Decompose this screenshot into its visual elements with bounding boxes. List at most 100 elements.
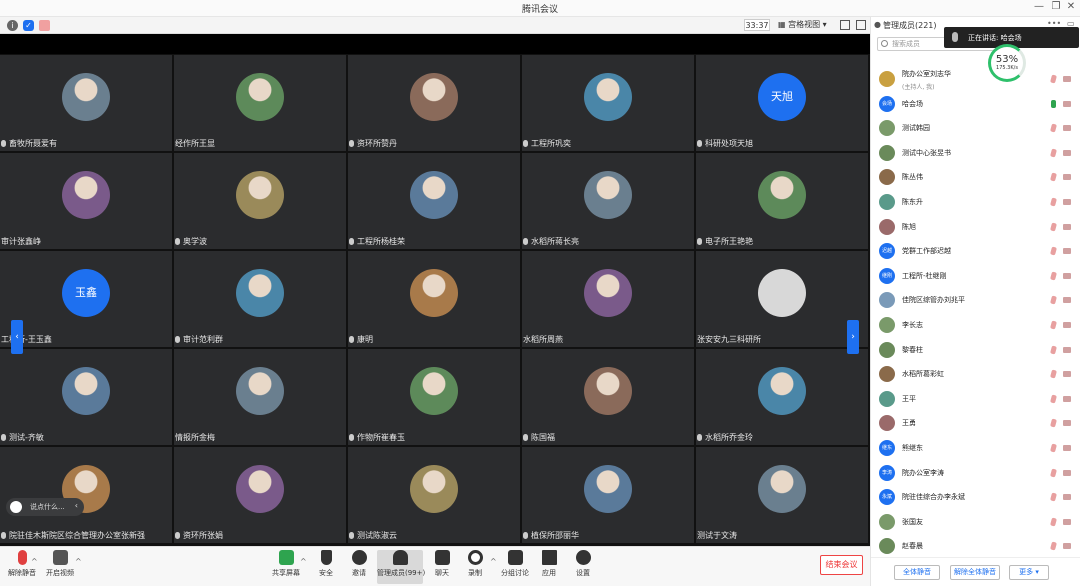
mic-on-icon[interactable]	[1051, 99, 1056, 108]
camera-off-icon[interactable]	[1063, 494, 1071, 501]
camera-off-icon[interactable]	[1063, 395, 1071, 402]
camera-off-icon[interactable]	[1063, 223, 1071, 230]
mic-muted-icon[interactable]	[1050, 246, 1057, 256]
camera-off-icon[interactable]	[1063, 518, 1071, 525]
camera-off-icon[interactable]	[1063, 543, 1071, 550]
member-row[interactable]: 会场 哈会场	[871, 92, 1080, 116]
minimize-icon[interactable]: —	[1032, 1, 1046, 12]
chat-collapse-icon[interactable]: ‹	[75, 501, 78, 510]
mic-muted-icon[interactable]	[1050, 541, 1057, 551]
member-row[interactable]: 李长志	[871, 313, 1080, 337]
video-tile[interactable]: 水稻所乔金玲	[696, 349, 868, 445]
share-screen-button[interactable]: 共享屏幕	[264, 550, 308, 584]
end-meeting-button[interactable]: 结束会议	[820, 555, 863, 575]
video-tile[interactable]: 奥学波	[174, 153, 346, 249]
video-tile[interactable]: 测试陈淑云	[348, 447, 520, 543]
video-tile[interactable]: 畜牧所聂爱有	[0, 55, 172, 151]
member-row[interactable]: 王勇	[871, 411, 1080, 435]
video-tile[interactable]: 审计张鑫峥	[0, 153, 172, 249]
member-row[interactable]: 王平	[871, 387, 1080, 411]
mic-muted-icon[interactable]	[1050, 443, 1057, 453]
video-tile[interactable]: 测试于文涛	[696, 447, 868, 543]
camera-off-icon[interactable]	[1063, 420, 1071, 427]
video-tile[interactable]: 电子所王艳艳	[696, 153, 868, 249]
prev-page-arrow-icon[interactable]: ‹	[11, 320, 23, 354]
video-tile[interactable]: 资环所张娟	[174, 447, 346, 543]
member-row[interactable]: 院办公室刘志华 (主持人, 我)	[871, 67, 1080, 91]
member-row[interactable]: 水稻所葛彩虹	[871, 362, 1080, 386]
restore-icon[interactable]: ❐	[1049, 1, 1063, 12]
camera-off-icon[interactable]	[1063, 76, 1071, 82]
fullscreen-icon[interactable]	[840, 20, 850, 30]
video-tile[interactable]: 工程所巩奕	[522, 55, 694, 151]
mic-muted-icon[interactable]	[1050, 295, 1057, 305]
member-row[interactable]: 迟越 党群工作部迟越	[871, 239, 1080, 263]
info-icon[interactable]: i	[7, 20, 18, 31]
mic-muted-icon[interactable]	[1050, 74, 1057, 84]
video-tile[interactable]: 陈国福	[522, 349, 694, 445]
next-page-arrow-icon[interactable]: ›	[847, 320, 859, 354]
chat-input-bubble[interactable]: 说点什么... ‹	[6, 498, 84, 516]
invite-button[interactable]: 邀请	[337, 550, 381, 584]
mic-muted-icon[interactable]	[1050, 172, 1057, 182]
video-tile[interactable]: 院驻佳木斯院区综合管理办公室张新强	[0, 447, 172, 543]
camera-off-icon[interactable]	[1063, 174, 1071, 181]
mic-muted-icon[interactable]	[1050, 271, 1057, 281]
video-options-caret-icon[interactable]: ^	[75, 557, 82, 566]
camera-off-icon[interactable]	[1063, 346, 1071, 353]
video-tile[interactable]: 审计范利群	[174, 251, 346, 347]
more-button[interactable]: 更多 ▾	[1009, 565, 1049, 580]
unmute-all-button[interactable]: 解除全体静音	[950, 565, 1000, 580]
camera-off-icon[interactable]	[1063, 371, 1071, 378]
video-tile[interactable]: 情报所金梅	[174, 349, 346, 445]
member-row[interactable]: 黎春柱	[871, 338, 1080, 362]
video-tile[interactable]: 张安安九三科研所	[696, 251, 868, 347]
mic-muted-icon[interactable]	[1050, 197, 1057, 207]
mic-muted-icon[interactable]	[1050, 148, 1057, 158]
member-row[interactable]: 测试韩园	[871, 116, 1080, 140]
video-tile[interactable]: 水稻所周燕	[522, 251, 694, 347]
member-row[interactable]: 继东 熊继东	[871, 436, 1080, 460]
member-row[interactable]: 继刚 工程所-杜继刚	[871, 264, 1080, 288]
member-row[interactable]: 张国友	[871, 510, 1080, 534]
video-tile[interactable]: 资环所赞丹	[348, 55, 520, 151]
member-row[interactable]: 陈旭	[871, 215, 1080, 239]
mute-all-button[interactable]: 全体静音	[894, 565, 940, 580]
manage-members-button[interactable]: 管理成员(99+)	[377, 550, 425, 584]
member-row[interactable]: 佳院区综管办刘兆平	[871, 288, 1080, 312]
record-button[interactable]: 录制	[453, 550, 497, 584]
camera-off-icon[interactable]	[1063, 297, 1071, 304]
camera-off-icon[interactable]	[1063, 322, 1071, 328]
video-tile[interactable]: 天旭 科研处项天旭	[696, 55, 868, 151]
camera-off-icon[interactable]	[1063, 445, 1071, 451]
camera-off-icon[interactable]	[1063, 469, 1071, 476]
camera-off-icon[interactable]	[1063, 199, 1071, 205]
member-row[interactable]: 李涛 院办公室李涛	[871, 461, 1080, 485]
camera-off-icon[interactable]	[1063, 272, 1071, 279]
member-row[interactable]: 陈丛伟	[871, 165, 1080, 189]
signal-icon[interactable]	[39, 20, 50, 31]
panel-toggle-icon[interactable]	[856, 20, 866, 30]
shield-icon[interactable]: ✓	[23, 20, 34, 31]
settings-button[interactable]: 设置	[561, 550, 605, 584]
video-tile[interactable]: 工程所杨桂荣	[348, 153, 520, 249]
mic-muted-icon[interactable]	[1050, 369, 1057, 379]
video-tile[interactable]: 玉鑫 工程所-王玉鑫	[0, 251, 172, 347]
camera-off-icon[interactable]	[1063, 149, 1071, 156]
mic-muted-icon[interactable]	[1050, 517, 1057, 527]
mic-muted-icon[interactable]	[1050, 468, 1057, 478]
mic-muted-icon[interactable]	[1050, 123, 1057, 133]
grid-view-button[interactable]: ▦ 宫格视图 ▾	[778, 19, 827, 30]
mic-options-caret-icon[interactable]: ^	[31, 557, 38, 566]
start-video-button[interactable]: 开启视频	[38, 550, 82, 584]
camera-off-icon[interactable]	[1063, 248, 1071, 255]
mic-muted-icon[interactable]	[1050, 320, 1057, 330]
mic-muted-icon[interactable]	[1050, 345, 1057, 355]
video-tile[interactable]: 水稻所蒋长亮	[522, 153, 694, 249]
close-icon[interactable]: ✕	[1064, 1, 1078, 12]
camera-off-icon[interactable]	[1063, 100, 1071, 107]
mic-muted-icon[interactable]	[1050, 418, 1057, 428]
video-tile[interactable]: 经作所王显	[174, 55, 346, 151]
member-row[interactable]: 赵春晨	[871, 534, 1080, 558]
member-row[interactable]: 永斌 院驻佳综合办李永斌	[871, 485, 1080, 509]
